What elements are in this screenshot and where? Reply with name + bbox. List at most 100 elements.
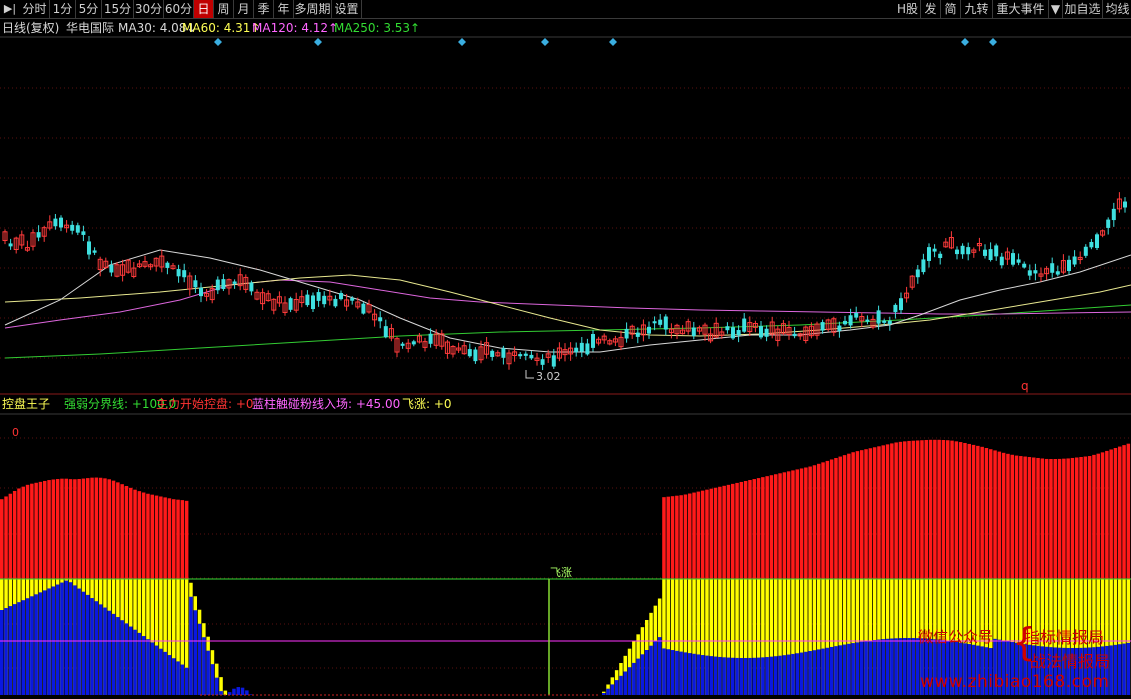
ma-label-1: MA60: 4.31↑ xyxy=(182,21,260,35)
candle-18 xyxy=(103,257,109,270)
indicator-bar-22 xyxy=(94,477,99,695)
bar-red-193 xyxy=(829,459,834,579)
bar-red-12 xyxy=(51,479,56,579)
signal-diamond-3 xyxy=(541,38,549,46)
bar-blue-207 xyxy=(890,638,894,695)
bar-red-154 xyxy=(662,497,666,579)
bar-blue-19 xyxy=(81,591,86,695)
tab-period-3[interactable]: 15分 xyxy=(102,0,134,18)
indicator-bar-201 xyxy=(864,449,868,695)
bar-blue-143 xyxy=(614,680,619,695)
candle-39 xyxy=(221,274,226,292)
bar-blue-260 xyxy=(1118,644,1122,695)
candle-body-14 xyxy=(81,231,86,235)
tab-period-4[interactable]: 30分 xyxy=(134,0,164,18)
bar-blue-185 xyxy=(795,653,799,695)
indicator-bar-259 xyxy=(1113,448,1118,695)
bar-blue-2 xyxy=(8,606,13,695)
tab-period-10[interactable]: 年 xyxy=(274,0,294,18)
candle-79 xyxy=(444,339,450,359)
signal-diamond-1 xyxy=(314,38,322,46)
tab-period-9[interactable]: 季 xyxy=(254,0,274,18)
signal-diamond-6 xyxy=(989,38,997,46)
candle-52 xyxy=(293,292,299,313)
indicator-bar-179 xyxy=(769,475,774,695)
tab-function-2[interactable]: 简 xyxy=(941,0,961,18)
indicator-bar-162 xyxy=(696,491,701,695)
candle-122 xyxy=(685,318,691,335)
candle-109 xyxy=(612,335,618,347)
indicator-bar-226 xyxy=(971,444,976,695)
candle-24 xyxy=(136,260,142,268)
candle-110 xyxy=(618,330,624,351)
candle-body-197 xyxy=(1106,219,1111,228)
tab-period-11[interactable]: 多周期 xyxy=(294,0,332,18)
candle-185 xyxy=(1038,267,1044,282)
tab-function-5[interactable]: ▼ xyxy=(1049,0,1063,18)
indicator-bar-2 xyxy=(8,493,13,695)
indicator-bar-167 xyxy=(718,486,722,695)
bar-blue-42 xyxy=(180,664,185,695)
tab-function-7[interactable]: 均线 xyxy=(1103,0,1131,18)
bar-red-167 xyxy=(718,486,722,579)
bar-blue-189 xyxy=(812,650,817,695)
candle-body-146 xyxy=(820,322,825,331)
bar-red-208 xyxy=(894,442,898,579)
candle-body-39 xyxy=(221,279,226,290)
candle-200 xyxy=(1123,197,1127,213)
candle-59 xyxy=(333,295,338,308)
back-arrow-icon[interactable]: ▶| xyxy=(2,0,18,18)
tab-period-6[interactable]: 日 xyxy=(194,0,214,18)
candle-197 xyxy=(1106,217,1111,235)
ma-label-2: MA120: 4.12↑ xyxy=(252,21,338,35)
candle-142 xyxy=(797,332,803,340)
bar-blue-177 xyxy=(761,657,765,695)
tab-function-0[interactable]: H股 xyxy=(895,0,921,18)
candle-36 xyxy=(204,289,210,302)
bar-blue-164 xyxy=(705,655,709,695)
candle-130 xyxy=(731,322,735,340)
signal-diamond-2 xyxy=(458,38,466,46)
tab-function-1[interactable]: 发 xyxy=(921,0,941,18)
tab-period-1[interactable]: 1分 xyxy=(50,0,76,18)
candle-3 xyxy=(19,230,25,249)
bar-red-201 xyxy=(864,449,868,579)
candle-body-198 xyxy=(1111,208,1116,221)
indicator-bar-142 xyxy=(610,677,615,695)
tab-period-2[interactable]: 5分 xyxy=(76,0,102,18)
tab-function-6[interactable]: 加自选 xyxy=(1063,0,1103,18)
tab-period-12[interactable]: 设置 xyxy=(332,0,362,18)
indicator-bar-218 xyxy=(937,439,941,695)
tab-period-0[interactable]: 分时 xyxy=(20,0,50,18)
candle-117 xyxy=(658,313,663,328)
candle-120 xyxy=(674,323,680,340)
indicator-bar-231 xyxy=(993,450,997,695)
bar-red-164 xyxy=(705,489,709,579)
candle-72 xyxy=(405,339,411,353)
tab-period-7[interactable]: 周 xyxy=(214,0,234,18)
bar-red-215 xyxy=(924,439,928,579)
tab-period-5[interactable]: 60分 xyxy=(164,0,194,18)
candle-90 xyxy=(506,349,512,370)
bar-blue-27 xyxy=(116,617,120,695)
candle-71 xyxy=(400,341,405,349)
bar-red-183 xyxy=(786,471,791,579)
bar-red-224 xyxy=(963,442,967,579)
bar-blue-151 xyxy=(649,645,653,695)
candle-112 xyxy=(629,324,635,339)
indicator-bar-23 xyxy=(98,477,103,695)
indicator-bar-35 xyxy=(150,494,154,695)
ma-label-3: MA250: 3.53↑ xyxy=(334,21,420,35)
tab-function-3[interactable]: 九转 xyxy=(961,0,993,18)
bar-blue-28 xyxy=(120,620,124,695)
candle-body-171 xyxy=(960,245,965,255)
indicator-bar-55 xyxy=(236,687,240,695)
bar-red-230 xyxy=(989,449,993,579)
indicator-bar-232 xyxy=(997,451,1002,695)
indicator-bar-183 xyxy=(786,471,791,695)
tab-period-8[interactable]: 月 xyxy=(234,0,254,18)
bar-red-166 xyxy=(713,487,718,579)
tab-function-4[interactable]: 重大事件 xyxy=(993,0,1049,18)
bar-blue-261 xyxy=(1122,643,1126,695)
bar-red-202 xyxy=(868,448,873,579)
